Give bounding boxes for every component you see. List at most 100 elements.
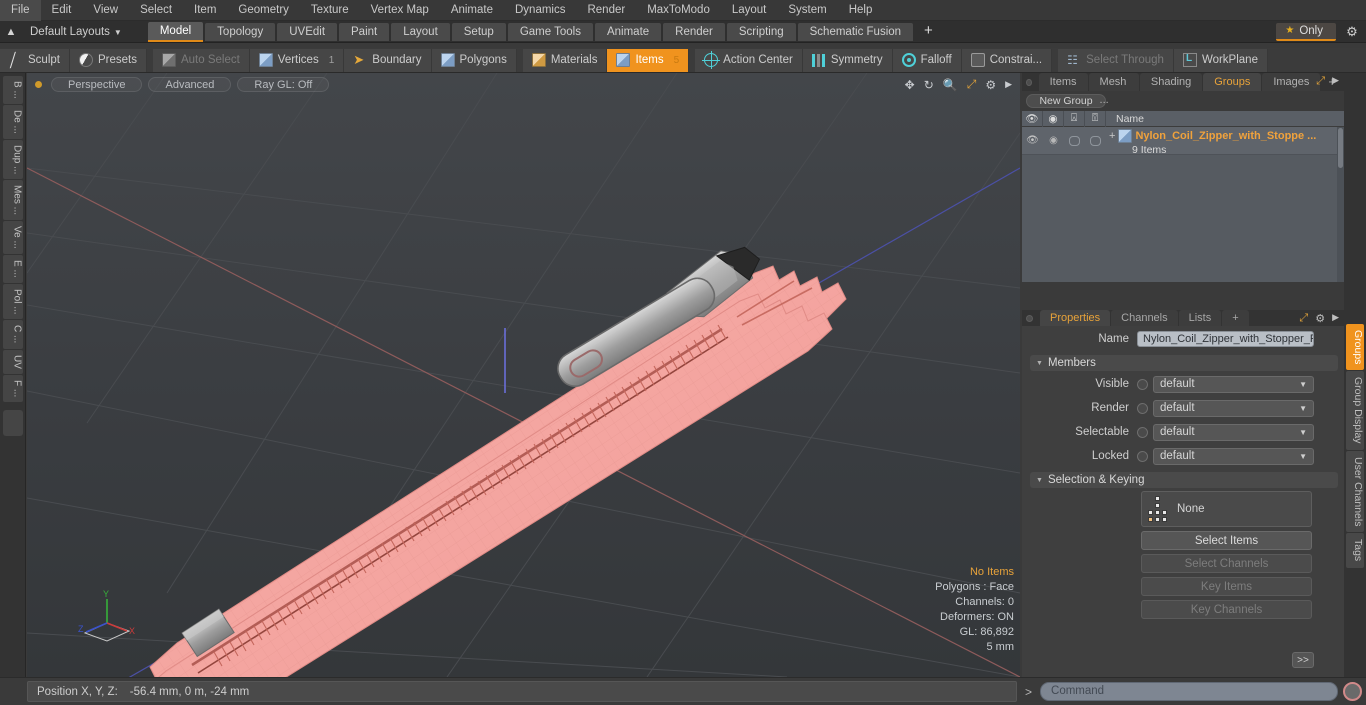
tab-game-tools[interactable]: Game Tools bbox=[507, 22, 593, 41]
key-channels-button[interactable]: Key Channels bbox=[1141, 600, 1312, 619]
tab-setup[interactable]: Setup bbox=[451, 22, 506, 41]
left-tab-basic[interactable]: B ... bbox=[2, 76, 23, 104]
menu-item-layout[interactable]: Layout bbox=[721, 0, 778, 21]
tool-symmetry[interactable]: Symmetry bbox=[802, 48, 893, 72]
tool-sculpt[interactable]: ╱ Sculpt bbox=[0, 48, 70, 72]
right-tab-groups[interactable]: Groups bbox=[1346, 324, 1364, 371]
select-items-button[interactable]: Select Items bbox=[1141, 531, 1312, 550]
tool-boundary[interactable]: ➤ Boundary bbox=[344, 48, 432, 72]
chevron-right-icon[interactable]: ▶ bbox=[1332, 75, 1339, 88]
select-channels-button[interactable]: Select Channels bbox=[1141, 554, 1312, 573]
only-toggle-button[interactable]: ★ Only bbox=[1276, 23, 1336, 41]
table-row[interactable]: 👁 ◉ + Nylon_Coil_Zipper_with_Stoppe ... … bbox=[1022, 127, 1344, 156]
tool-select-through[interactable]: ☷ Select Through bbox=[1058, 48, 1174, 72]
locked-dropdown[interactable]: default ▼ bbox=[1153, 447, 1314, 465]
right-tab-group-display[interactable]: Group Display bbox=[1346, 371, 1364, 450]
left-tab-polygon[interactable]: Pol ... bbox=[2, 283, 23, 320]
members-section-header[interactable]: ▼ Members bbox=[1030, 355, 1338, 371]
menu-item-geometry[interactable]: Geometry bbox=[227, 0, 300, 21]
selection-keying-section-header[interactable]: ▼ Selection & Keying bbox=[1030, 472, 1338, 488]
wire-icon[interactable]: ⍓ bbox=[1064, 110, 1085, 127]
chevron-right-icon[interactable]: ▶ bbox=[1332, 312, 1339, 325]
tab-channels[interactable]: Channels bbox=[1111, 310, 1178, 326]
left-tab-vertex[interactable]: Ve ... bbox=[2, 221, 23, 254]
tool-presets[interactable]: Presets bbox=[69, 48, 147, 72]
menu-item-file[interactable]: File bbox=[0, 0, 41, 21]
tab-shading[interactable]: Shading bbox=[1139, 73, 1203, 91]
command-input[interactable]: Command bbox=[1040, 682, 1338, 701]
move-icon[interactable]: ✥ bbox=[905, 78, 915, 92]
tab-lists[interactable]: Lists bbox=[1178, 310, 1222, 326]
key-items-button[interactable]: Key Items bbox=[1141, 577, 1312, 596]
left-tab-extra[interactable] bbox=[2, 409, 23, 436]
tab-render[interactable]: Render bbox=[663, 22, 725, 41]
tab-images[interactable]: Images bbox=[1262, 73, 1321, 91]
menu-item-animate[interactable]: Animate bbox=[440, 0, 504, 21]
zoom-icon[interactable]: 🔍 bbox=[943, 78, 958, 92]
viewport-projection-button[interactable]: Perspective bbox=[51, 76, 143, 92]
left-tab-uv[interactable]: UV bbox=[2, 349, 23, 374]
left-tab-curve[interactable]: C ... bbox=[2, 320, 23, 349]
tab-topology[interactable]: Topology bbox=[205, 22, 276, 41]
tab-items[interactable]: Items bbox=[1038, 73, 1088, 91]
gear-icon[interactable]: ⚙ bbox=[1315, 312, 1325, 325]
left-tab-fusion[interactable]: F ... bbox=[2, 374, 23, 402]
tab-schematic-fusion[interactable]: Schematic Fusion bbox=[797, 22, 914, 41]
tool-materials[interactable]: Materials bbox=[522, 48, 608, 72]
menu-item-help[interactable]: Help bbox=[838, 0, 884, 21]
menu-item-texture[interactable]: Texture bbox=[300, 0, 360, 21]
tab-model[interactable]: Model bbox=[147, 21, 204, 42]
popout-icon[interactable]: ⤢ bbox=[1316, 75, 1325, 88]
left-tab-mesh-edit[interactable]: Mes ... bbox=[2, 180, 23, 221]
row-shade-toggle[interactable] bbox=[1085, 127, 1106, 154]
tab-groups[interactable]: Groups bbox=[1203, 73, 1262, 91]
home-icon[interactable]: ▲ bbox=[0, 22, 22, 42]
properties-menu-dot-icon[interactable] bbox=[1026, 314, 1033, 322]
name-field[interactable]: Nylon_Coil_Zipper_with_Stopper_Red bbox=[1137, 331, 1314, 347]
menu-item-dynamics[interactable]: Dynamics bbox=[504, 0, 576, 21]
selectable-dropdown[interactable]: default ▼ bbox=[1153, 423, 1314, 441]
panel-menu-dot-icon[interactable] bbox=[1026, 78, 1032, 86]
add-properties-tab-button[interactable]: + bbox=[1222, 310, 1249, 326]
groups-list-body[interactable]: 👁 ◉ + Nylon_Coil_Zipper_with_Stoppe ... … bbox=[1022, 127, 1344, 282]
viewport-shading-button[interactable]: Advanced bbox=[148, 76, 232, 92]
tab-animate[interactable]: Animate bbox=[594, 22, 662, 41]
selectable-radio[interactable] bbox=[1137, 426, 1148, 438]
rotate-icon[interactable]: ↻ bbox=[924, 78, 934, 92]
group-name[interactable]: Nylon_Coil_Zipper_with_Stoppe ... bbox=[1135, 130, 1316, 142]
visible-radio[interactable] bbox=[1137, 378, 1148, 390]
new-group-button[interactable]: New Group bbox=[1026, 94, 1106, 108]
viewport-menu-dot-icon[interactable] bbox=[35, 80, 42, 88]
position-readout[interactable]: Position X, Y, Z: -56.4 mm, 0 m, -24 mm bbox=[27, 681, 1017, 702]
selection-none-field[interactable]: None bbox=[1141, 491, 1312, 527]
render-dropdown[interactable]: default ▼ bbox=[1153, 399, 1314, 417]
left-tab-edge[interactable]: E ... bbox=[2, 254, 23, 283]
gear-icon[interactable]: ⚙ bbox=[985, 78, 996, 92]
viewport-3d[interactable]: Perspective Advanced Ray GL: Off ✥ ↻ 🔍 ⤢… bbox=[27, 73, 1020, 677]
left-tab-duplicate[interactable]: Dup ... bbox=[2, 139, 23, 180]
viewport-raygl-button[interactable]: Ray GL: Off bbox=[237, 76, 330, 92]
tab-properties[interactable]: Properties bbox=[1040, 310, 1111, 326]
tool-workplane[interactable]: WorkPlane bbox=[1173, 48, 1268, 72]
row-eye-icon[interactable]: 👁 bbox=[1022, 127, 1043, 154]
gear-icon[interactable]: ⚙ bbox=[1344, 24, 1360, 40]
render-icon[interactable]: ◉ bbox=[1043, 110, 1064, 127]
fit-icon[interactable]: ⤢ bbox=[967, 77, 977, 92]
menu-item-vertex-map[interactable]: Vertex Map bbox=[360, 0, 440, 21]
visible-dropdown[interactable]: default ▼ bbox=[1153, 375, 1314, 393]
groups-list-scrollbar[interactable] bbox=[1337, 127, 1344, 282]
add-tab-button[interactable]: + bbox=[915, 22, 942, 41]
expand-properties-button[interactable]: >> bbox=[1292, 652, 1314, 668]
tool-polygons[interactable]: Polygons bbox=[431, 48, 517, 72]
menu-item-view[interactable]: View bbox=[82, 0, 129, 21]
tool-falloff[interactable]: Falloff bbox=[892, 48, 962, 72]
tab-scripting[interactable]: Scripting bbox=[726, 22, 796, 41]
menu-item-maxtomodo[interactable]: MaxToModo bbox=[636, 0, 721, 21]
right-tab-tags[interactable]: Tags bbox=[1346, 533, 1364, 568]
tool-vertices[interactable]: Vertices 1 bbox=[249, 48, 345, 72]
row-wire-toggle[interactable] bbox=[1064, 127, 1085, 154]
menu-item-edit[interactable]: Edit bbox=[41, 0, 83, 21]
row-expander-icon[interactable]: + bbox=[1109, 130, 1115, 142]
render-radio[interactable] bbox=[1137, 402, 1148, 414]
eye-icon[interactable]: 👁 bbox=[1022, 110, 1043, 127]
